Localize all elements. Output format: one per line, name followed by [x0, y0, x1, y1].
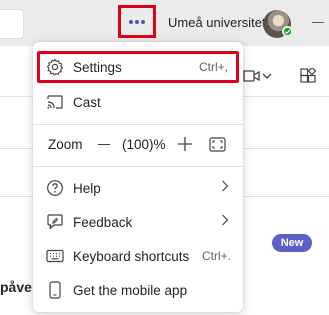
partial-heading-text: påve: [0, 279, 32, 295]
menu-item-feedback[interactable]: Feedback: [33, 205, 243, 239]
title-bar: Umeå universitet: [0, 0, 329, 46]
mobile-phone-icon: [46, 281, 64, 299]
feedback-icon: [46, 213, 64, 231]
keyboard-icon: [46, 247, 64, 265]
zoom-level: (100)%: [122, 137, 166, 152]
menu-item-keyboard-shortcuts[interactable]: Keyboard shortcuts Ctrl+.: [33, 239, 243, 273]
fit-to-screen-icon[interactable]: [209, 137, 226, 152]
menu-item-get-mobile-app[interactable]: Get the mobile app: [33, 273, 243, 307]
zoom-label: Zoom: [48, 137, 83, 152]
keyboard-shortcuts-shortcut: Ctrl+.: [201, 249, 231, 263]
get-mobile-app-label: Get the mobile app: [73, 282, 188, 298]
menu-divider: [33, 166, 243, 167]
settings-label: Settings: [73, 59, 122, 75]
video-camera-chevron-icon[interactable]: [243, 68, 273, 89]
more-options-button[interactable]: [118, 5, 156, 38]
search-input[interactable]: [0, 9, 24, 39]
gear-icon: [46, 58, 64, 76]
chevron-right-icon: [221, 213, 229, 231]
cast-icon: [46, 93, 64, 111]
keyboard-shortcuts-label: Keyboard shortcuts: [73, 248, 190, 264]
help-icon: [46, 179, 64, 197]
organization-name: Umeå universitet: [168, 15, 266, 30]
new-badge: New: [272, 234, 312, 252]
menu-divider: [33, 124, 243, 125]
menu-item-help[interactable]: Help: [33, 171, 243, 205]
menu-item-cast[interactable]: Cast: [33, 85, 243, 119]
zoom-control: Zoom (100)%: [33, 130, 243, 160]
minimize-window-button[interactable]: [312, 22, 324, 23]
feedback-label: Feedback: [73, 214, 133, 230]
apps-icon[interactable]: [300, 66, 317, 89]
ellipsis-icon: [129, 19, 145, 24]
presence-available-icon: [282, 26, 293, 37]
help-label: Help: [73, 180, 101, 196]
zoom-out-button[interactable]: [98, 144, 110, 146]
zoom-in-button[interactable]: [177, 136, 193, 152]
cast-label: Cast: [73, 94, 101, 110]
chevron-right-icon: [221, 179, 229, 197]
settings-shortcut: Ctrl+,: [198, 60, 228, 74]
more-options-menu: Settings Ctrl+, Cast Zoom (100)% Help Fe…: [33, 42, 243, 312]
menu-item-settings[interactable]: Settings Ctrl+,: [37, 51, 239, 83]
